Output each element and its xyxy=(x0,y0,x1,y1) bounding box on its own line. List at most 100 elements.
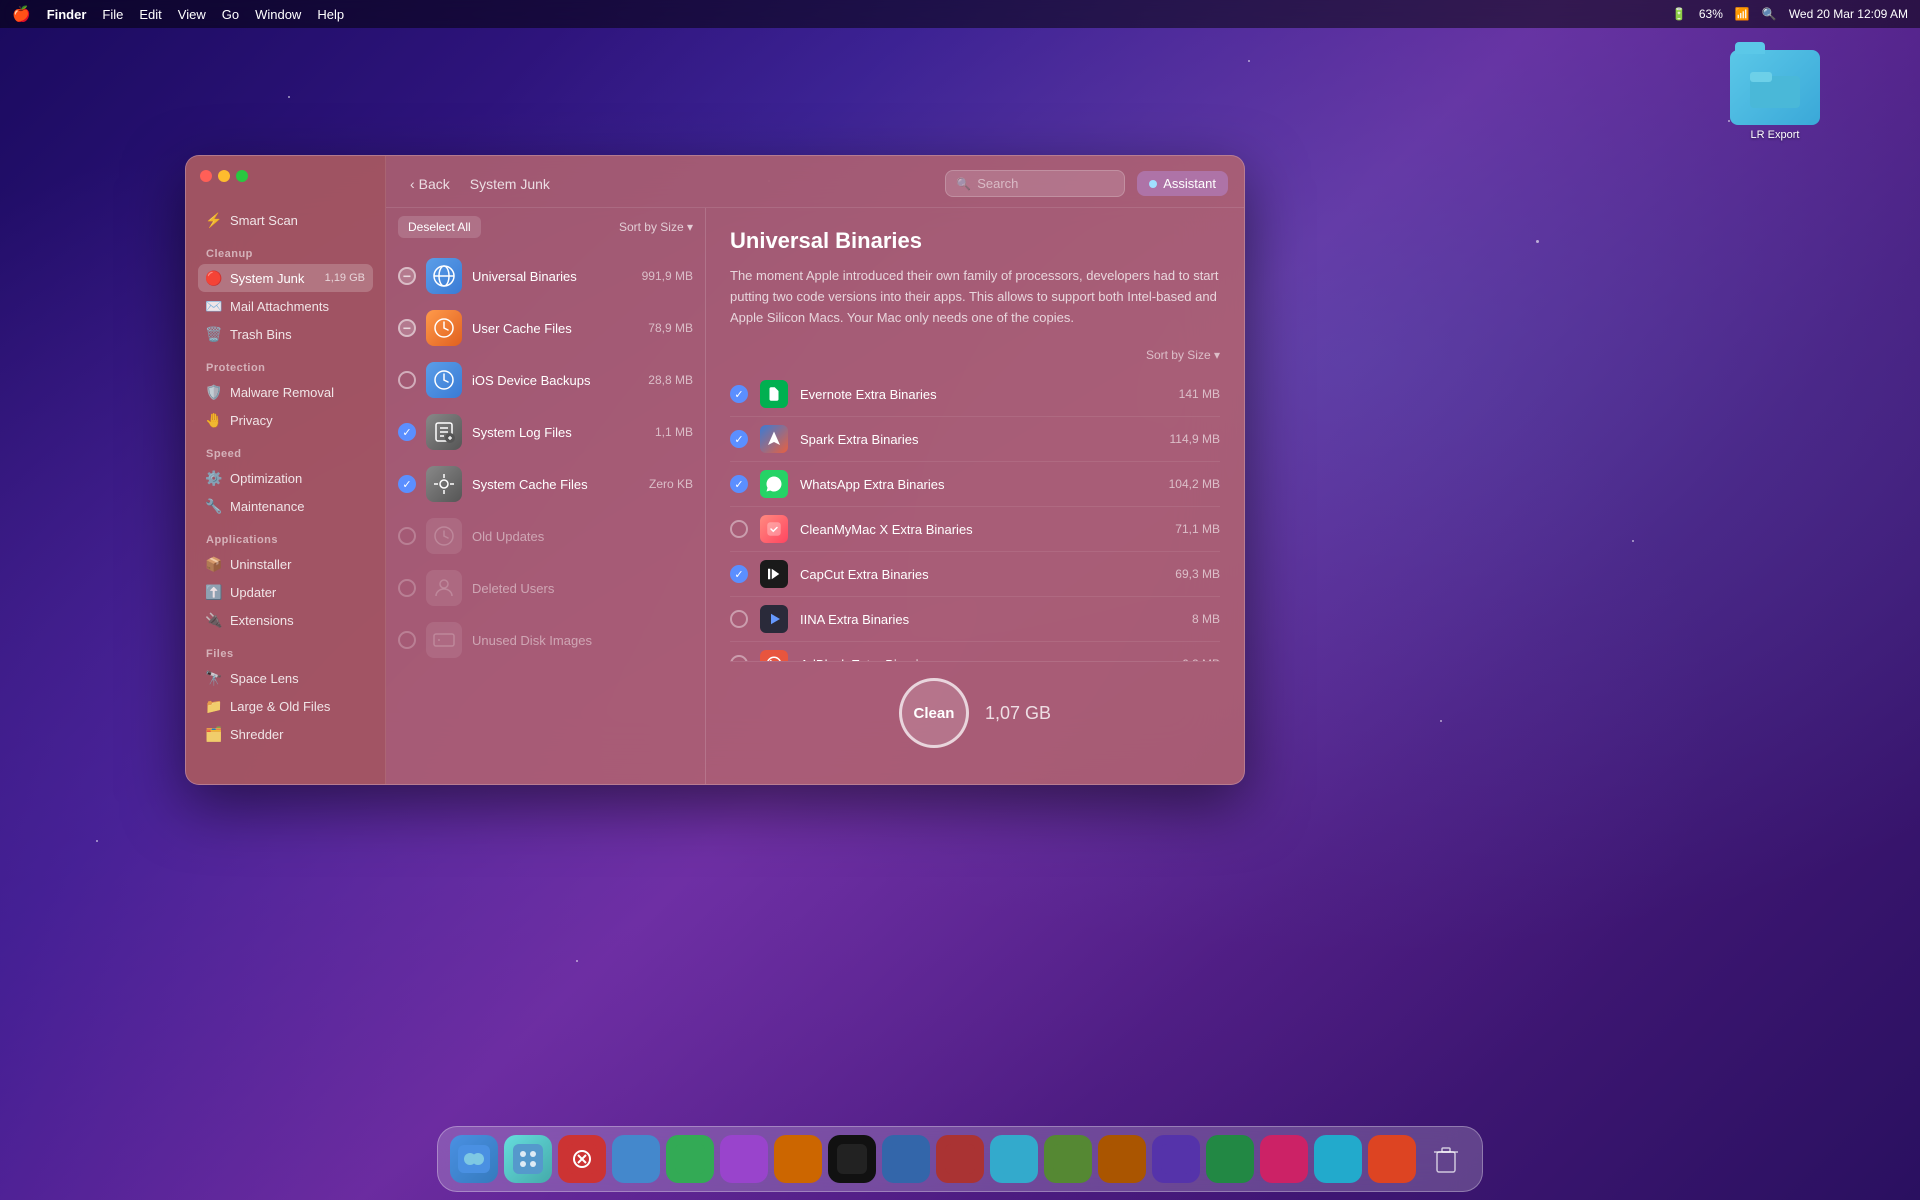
extensions-icon: 🔌 xyxy=(206,612,222,628)
sidebar-item-smart-scan[interactable]: ⚡ Smart Scan xyxy=(198,206,373,234)
dock-app9[interactable] xyxy=(990,1135,1038,1183)
search-input[interactable] xyxy=(977,176,1114,191)
dock-finder[interactable] xyxy=(450,1135,498,1183)
detail-item[interactable]: AdBlock Extra Binaries 6,2 MB xyxy=(730,642,1220,661)
sidebar-extensions-label: Extensions xyxy=(230,613,294,628)
menubar-finder[interactable]: Finder xyxy=(47,7,87,22)
sidebar-item-uninstaller[interactable]: 📦 Uninstaller xyxy=(198,550,373,578)
item-checkbox-old-updates[interactable] xyxy=(398,527,416,545)
sort-by-size-button[interactable]: Sort by Size ▾ xyxy=(619,220,693,234)
item-checkbox-universal-binaries[interactable]: − xyxy=(398,267,416,285)
sidebar-item-large-old[interactable]: 📁 Large & Old Files xyxy=(198,692,373,720)
detail-checkbox-evernote[interactable]: ✓ xyxy=(730,385,748,403)
menubar-search-icon[interactable]: 🔍 xyxy=(1762,7,1777,21)
menubar-right: 🔋 63% 📶 🔍 Wed 20 Mar 12:09 AM xyxy=(1672,7,1908,21)
sidebar-item-mail-attachments[interactable]: ✉️ Mail Attachments xyxy=(198,292,373,320)
minimize-button[interactable] xyxy=(218,170,230,182)
list-item[interactable]: − Universal Binaries 991,9 MB xyxy=(386,250,705,302)
sidebar-section-files: Files xyxy=(206,648,365,660)
detail-items-list: ✓ Evernote Extra Binaries 141 MB ✓ Sp xyxy=(730,372,1220,661)
detail-sort-button[interactable]: Sort by Size ▾ xyxy=(730,348,1220,362)
list-item[interactable]: − User Cache Files 78,9 MB xyxy=(386,302,705,354)
assistant-button[interactable]: Assistant xyxy=(1137,171,1228,196)
desktop-folder-label: LR Export xyxy=(1730,129,1820,141)
detail-checkbox-whatsapp[interactable]: ✓ xyxy=(730,475,748,493)
dock-app16[interactable] xyxy=(1368,1135,1416,1183)
detail-item[interactable]: ✓ CapCut Extra Binaries 69,3 MB xyxy=(730,552,1220,597)
maximize-button[interactable] xyxy=(236,170,248,182)
list-item[interactable]: Old Updates xyxy=(386,510,705,562)
menubar-help[interactable]: Help xyxy=(317,7,344,22)
dock-app1[interactable] xyxy=(558,1135,606,1183)
detail-checkbox-iina[interactable] xyxy=(730,610,748,628)
sidebar-item-shredder[interactable]: 🗂️ Shredder xyxy=(198,720,373,748)
clean-area: Clean 1,07 GB xyxy=(730,661,1220,764)
sidebar-item-optimization[interactable]: ⚙️ Optimization xyxy=(198,464,373,492)
list-item[interactable]: ✓ System Cache Files Zero KB xyxy=(386,458,705,510)
dock-trash[interactable] xyxy=(1422,1135,1470,1183)
detail-item[interactable]: ✓ WhatsApp Extra Binaries 104,2 MB xyxy=(730,462,1220,507)
deselect-all-button[interactable]: Deselect All xyxy=(398,216,481,238)
menubar-edit[interactable]: Edit xyxy=(139,7,161,22)
dock-app12[interactable] xyxy=(1152,1135,1200,1183)
sidebar-section-speed: Speed xyxy=(206,448,365,460)
list-items-container: − Universal Binaries 991,9 MB − xyxy=(386,246,705,784)
sidebar-item-maintenance[interactable]: 🔧 Maintenance xyxy=(198,492,373,520)
close-button[interactable] xyxy=(200,170,212,182)
item-checkbox-user-cache[interactable]: − xyxy=(398,319,416,337)
sidebar-item-trash-bins[interactable]: 🗑️ Trash Bins xyxy=(198,320,373,348)
item-checkbox-ios-backups[interactable] xyxy=(398,371,416,389)
detail-checkbox-spark[interactable]: ✓ xyxy=(730,430,748,448)
old-updates-icon xyxy=(426,518,462,554)
ios-backups-icon xyxy=(426,362,462,398)
dock-app8[interactable] xyxy=(936,1135,984,1183)
detail-checkbox-cleanmymac[interactable] xyxy=(730,520,748,538)
clean-button[interactable]: Clean xyxy=(899,678,969,748)
apple-menu[interactable]: 🍎 xyxy=(12,5,31,23)
dock-app13[interactable] xyxy=(1206,1135,1254,1183)
sidebar-item-system-junk[interactable]: 🔴 System Junk 1,19 GB xyxy=(198,264,373,292)
menubar-go[interactable]: Go xyxy=(222,7,239,22)
sidebar-item-privacy[interactable]: 🤚 Privacy xyxy=(198,406,373,434)
dock-app3[interactable] xyxy=(666,1135,714,1183)
detail-item[interactable]: ✓ Evernote Extra Binaries 141 MB xyxy=(730,372,1220,417)
sidebar-item-updater[interactable]: ⬆️ Updater xyxy=(198,578,373,606)
dock-launchpad[interactable] xyxy=(504,1135,552,1183)
item-checkbox-disk-images[interactable] xyxy=(398,631,416,649)
dock-app7[interactable] xyxy=(882,1135,930,1183)
menubar-view[interactable]: View xyxy=(178,7,206,22)
dock-app6[interactable] xyxy=(828,1135,876,1183)
dock-app4[interactable] xyxy=(720,1135,768,1183)
item-checkbox-system-log[interactable]: ✓ xyxy=(398,423,416,441)
dock-app5[interactable] xyxy=(774,1135,822,1183)
mail-icon: ✉️ xyxy=(206,298,222,314)
back-button[interactable]: ‹ Back xyxy=(402,172,458,196)
dock-app14[interactable] xyxy=(1260,1135,1308,1183)
malware-icon: 🛡️ xyxy=(206,384,222,400)
detail-item[interactable]: ✓ Spark Extra Binaries 114,9 MB xyxy=(730,417,1220,462)
sidebar-item-space-lens[interactable]: 🔭 Space Lens xyxy=(198,664,373,692)
item-checkbox-deleted-users[interactable] xyxy=(398,579,416,597)
list-item[interactable]: Unused Disk Images xyxy=(386,614,705,666)
sidebar-item-extensions[interactable]: 🔌 Extensions xyxy=(198,606,373,634)
list-item[interactable]: Deleted Users xyxy=(386,562,705,614)
smart-scan-icon: ⚡ xyxy=(206,212,222,228)
search-box[interactable]: 🔍 xyxy=(945,170,1125,197)
menubar-file[interactable]: File xyxy=(102,7,123,22)
desktop-folder[interactable]: LR Export xyxy=(1730,50,1820,141)
list-item[interactable]: iOS Device Backups 28,8 MB xyxy=(386,354,705,406)
menubar-window[interactable]: Window xyxy=(255,7,301,22)
list-toolbar: Deselect All Sort by Size ▾ xyxy=(386,208,705,246)
dock-app11[interactable] xyxy=(1098,1135,1146,1183)
detail-item[interactable]: IINA Extra Binaries 8 MB xyxy=(730,597,1220,642)
dock-app2[interactable] xyxy=(612,1135,660,1183)
detail-item-size-cleanmymac: 71,1 MB xyxy=(1175,522,1220,536)
sidebar-item-malware[interactable]: 🛡️ Malware Removal xyxy=(198,378,373,406)
dock-app10[interactable] xyxy=(1044,1135,1092,1183)
list-item[interactable]: ✓ System Log Files 1,1 MB xyxy=(386,406,705,458)
detail-checkbox-capcut[interactable]: ✓ xyxy=(730,565,748,583)
item-checkbox-system-cache[interactable]: ✓ xyxy=(398,475,416,493)
dock-app15[interactable] xyxy=(1314,1135,1362,1183)
sidebar-shredder-label: Shredder xyxy=(230,727,283,742)
detail-item[interactable]: CleanMyMac X Extra Binaries 71,1 MB xyxy=(730,507,1220,552)
